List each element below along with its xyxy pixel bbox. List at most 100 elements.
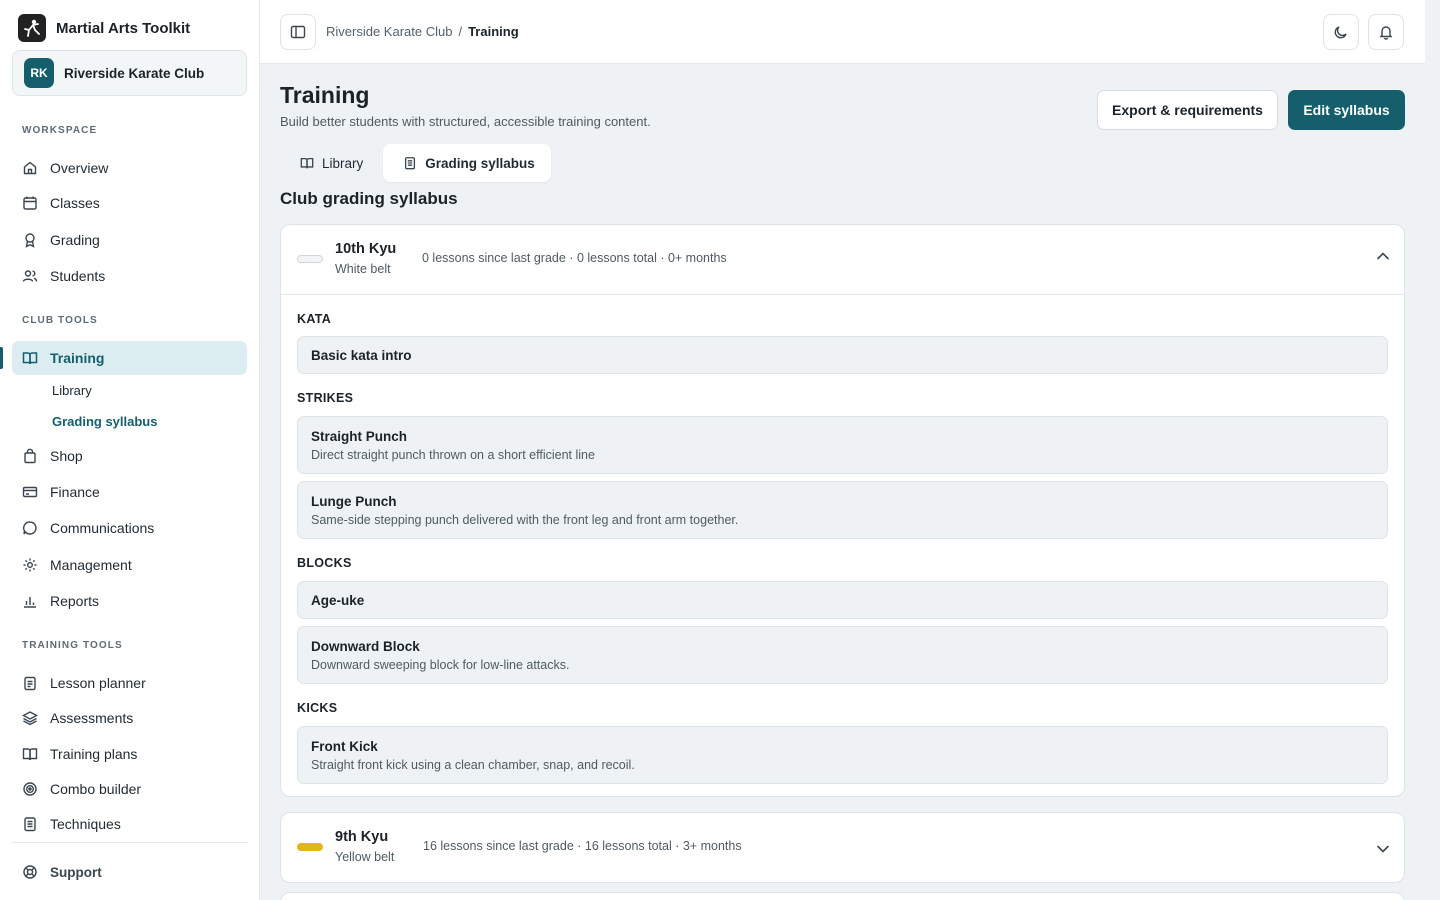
category-label: KATA: [297, 312, 332, 326]
sidebar-item-communications[interactable]: Communications: [12, 511, 247, 545]
ribbon-icon: [25, 233, 35, 248]
sidebar-item-label: Support: [50, 864, 102, 880]
technique-name: Straight Punch: [311, 428, 408, 444]
sidebar-item-overview[interactable]: Overview: [12, 151, 247, 185]
sidebar-item-students[interactable]: Students: [12, 259, 247, 293]
technique-name: Front Kick: [311, 738, 378, 754]
technique-name: Downward Block: [311, 638, 420, 654]
sidebar-item-assessments[interactable]: Assessments: [12, 701, 247, 735]
martial-arts-logo-icon: [18, 14, 46, 42]
sidebar-panel-icon: [290, 25, 306, 39]
grade-header[interactable]: 10th Kyu White belt 0 lessons since last…: [281, 225, 1404, 294]
sidebar-item-finance[interactable]: Finance: [12, 475, 247, 509]
sidebar-item-lesson-planner[interactable]: Lesson planner: [12, 666, 247, 700]
app-name: Martial Arts Toolkit: [56, 19, 191, 37]
grade-belt: White belt: [335, 262, 391, 276]
grade-meta: 16 lessons since last grade · 16 lessons…: [423, 839, 742, 853]
technique-item[interactable]: Lunge Punch Same-side stepping punch del…: [297, 481, 1388, 539]
sidebar-item-training-plans[interactable]: Training plans: [12, 737, 247, 771]
sidebar-item-classes[interactable]: Classes: [12, 186, 247, 220]
tab-library[interactable]: Library: [280, 144, 379, 182]
credit-card-icon: [22, 486, 38, 498]
export-requirements-button[interactable]: Export & requirements: [1097, 90, 1278, 130]
sidebar-item-training[interactable]: Training: [12, 341, 247, 375]
sidebar-item-reports[interactable]: Reports: [12, 584, 247, 618]
sidebar-item-label: Shop: [50, 448, 83, 464]
club-tools-section-label: CLUB TOOLS: [22, 315, 98, 326]
page-subtitle: Build better students with structured, a…: [280, 114, 651, 129]
bell-icon: [1379, 26, 1393, 40]
active-indicator: [0, 347, 3, 369]
sidebar-subitem-library[interactable]: Library: [52, 383, 92, 398]
chevron-down-icon[interactable]: [1374, 840, 1392, 858]
toggle-sidebar-button[interactable]: [280, 14, 316, 50]
sidebar-item-label: Training plans: [50, 746, 138, 762]
breadcrumb-parent[interactable]: Riverside Karate Club: [326, 24, 452, 39]
technique-item[interactable]: Straight Punch Direct straight punch thr…: [297, 416, 1388, 474]
club-switcher[interactable]: RK Riverside Karate Club: [12, 50, 247, 96]
technique-item[interactable]: Age-uke: [297, 581, 1388, 619]
sidebar-subitem-grading-syllabus[interactable]: Grading syllabus: [52, 414, 157, 429]
club-avatar: RK: [24, 58, 54, 88]
belt-swatch: [297, 255, 323, 263]
technique-description: Straight front kick using a clean chambe…: [311, 757, 635, 772]
technique-item[interactable]: Basic kata intro: [297, 336, 1388, 374]
book-icon: [22, 748, 38, 761]
edit-syllabus-button[interactable]: Edit syllabus: [1288, 90, 1405, 130]
sidebar-item-label: Students: [50, 268, 106, 284]
notifications-button[interactable]: [1368, 14, 1404, 50]
technique-description: Direct straight punch thrown on a short …: [311, 447, 595, 462]
tab-label: Grading syllabus: [425, 155, 535, 171]
sidebar-item-shop[interactable]: Shop: [12, 439, 247, 473]
sidebar-item-management[interactable]: Management: [12, 548, 247, 582]
top-bar: Riverside Karate Club / Training: [260, 0, 1425, 64]
sidebar: Martial Arts Toolkit RK Riverside Karate…: [0, 0, 260, 900]
tab-label: Library: [322, 155, 364, 171]
grade-name: 9th Kyu: [335, 829, 389, 845]
sidebar-item-label: Lesson planner: [50, 675, 146, 691]
grade-header[interactable]: 9th Kyu Yellow belt 16 lessons since las…: [281, 813, 1404, 882]
sidebar-item-label: Management: [50, 557, 132, 573]
technique-name: Basic kata intro: [311, 347, 412, 363]
workspace-section-label: WORKSPACE: [22, 125, 98, 136]
grade-belt: Yellow belt: [335, 850, 395, 864]
chevron-up-icon[interactable]: [1374, 247, 1392, 265]
shopping-bag-icon: [24, 448, 36, 464]
grade-body: KATA Basic kata intro STRIKES Straight P…: [281, 294, 1404, 796]
lifebuoy-icon: [23, 865, 37, 879]
grade-meta: 0 lessons since last grade · 0 lessons t…: [422, 251, 727, 265]
training-tools-section-label: TRAINING TOOLS: [22, 640, 123, 651]
technique-name: Lunge Punch: [311, 493, 397, 509]
layers-icon: [22, 711, 38, 726]
sidebar-item-label: Classes: [50, 195, 100, 211]
sidebar-item-techniques[interactable]: Techniques: [12, 807, 247, 841]
document-icon: [405, 157, 416, 170]
theme-toggle-button[interactable]: [1323, 14, 1359, 50]
technique-description: Same-side stepping punch delivered with …: [311, 512, 739, 527]
grade-card-10th-kyu: 10th Kyu White belt 0 lessons since last…: [280, 224, 1405, 797]
category-label: STRIKES: [297, 391, 354, 405]
sidebar-item-support[interactable]: Support: [12, 855, 247, 889]
target-icon: [23, 782, 37, 796]
document-icon: [24, 817, 36, 832]
book-icon: [300, 157, 314, 169]
sidebar-item-label: Finance: [50, 484, 100, 500]
tabs: Library Grading syllabus: [280, 144, 551, 182]
technique-description: Downward sweeping block for low-line att…: [311, 657, 570, 672]
gear-icon: [23, 558, 37, 572]
breadcrumb-current: Training: [468, 24, 519, 39]
section-heading: Club grading syllabus: [280, 189, 458, 208]
tab-grading-syllabus[interactable]: Grading syllabus: [383, 144, 551, 182]
brand[interactable]: Martial Arts Toolkit: [18, 14, 190, 42]
sidebar-item-label: Overview: [50, 160, 109, 176]
sidebar-item-combo-builder[interactable]: Combo builder: [12, 772, 247, 806]
technique-item[interactable]: Downward Block Downward sweeping block f…: [297, 626, 1388, 684]
book-open-icon: [22, 352, 38, 365]
sidebar-item-grading[interactable]: Grading: [12, 223, 247, 257]
technique-item[interactable]: Front Kick Straight front kick using a c…: [297, 726, 1388, 784]
category-label: KICKS: [297, 701, 338, 715]
home-icon: [23, 161, 37, 175]
sidebar-item-label: Training: [50, 350, 105, 366]
sidebar-item-label: Reports: [50, 593, 100, 609]
breadcrumb-separator: /: [458, 24, 463, 39]
